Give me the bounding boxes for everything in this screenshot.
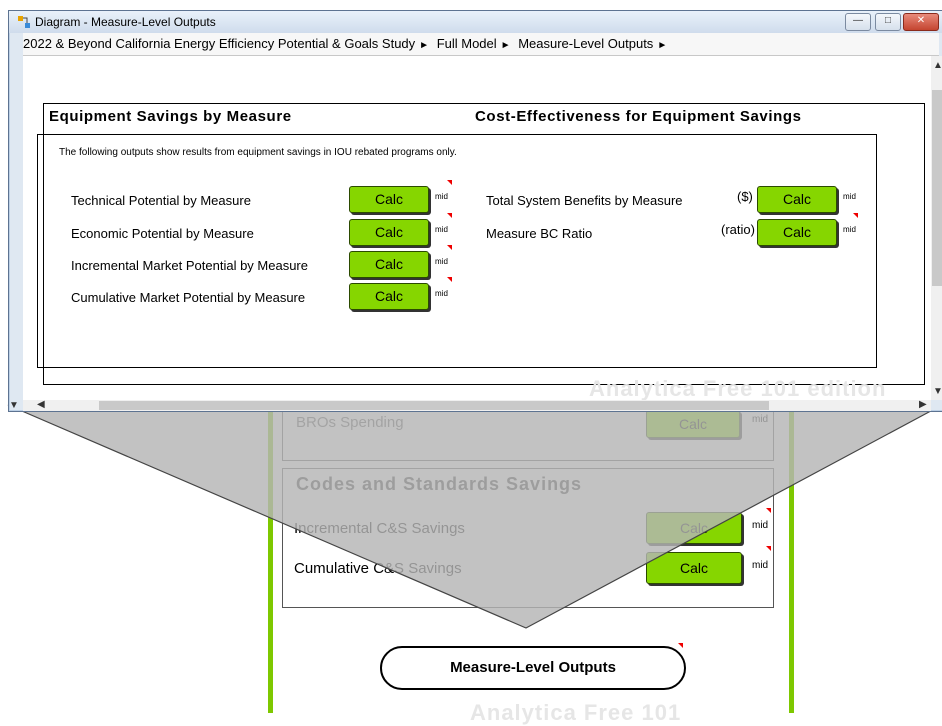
breadcrumb-arrow-icon: ► <box>657 40 668 51</box>
bubble-red-marker <box>678 643 683 648</box>
incremental-cs-calc-button[interactable]: Calc <box>646 512 742 544</box>
economic-potential-label: Economic Potential by Measure <box>71 226 254 241</box>
scroll-right-icon[interactable]: ▶ <box>919 399 927 410</box>
bros-spending-label: BROs Spending <box>296 414 404 431</box>
breadcrumb-arrow-icon: ► <box>500 40 511 51</box>
total-system-benefits-label: Total System Benefits by Measure <box>486 193 683 208</box>
measure-level-outputs-node[interactable]: Measure-Level Outputs <box>380 646 686 690</box>
measure-bc-ratio-calc-button[interactable]: Calc <box>757 219 837 246</box>
cumulative-market-potential-calc-button[interactable]: Calc <box>349 283 429 310</box>
diagram-app-icon <box>18 16 30 28</box>
diagram-canvas: Equipment Savings by Measure Cost-Effect… <box>23 56 931 400</box>
outputs-note: The following outputs show results from … <box>59 147 457 158</box>
incremental-cs-savings-label: Incremental C&S Savings <box>294 520 465 537</box>
outputs-inner-frame <box>37 134 877 368</box>
incremental-market-potential-mid-tag: mid <box>435 257 448 266</box>
equipment-savings-header: Equipment Savings by Measure <box>49 108 292 125</box>
cumulative-market-potential-red-marker <box>447 277 452 282</box>
incremental-cs-red-marker <box>766 508 771 513</box>
left-edge-fragment <box>0 60 8 400</box>
measure-bc-ratio-red-marker <box>853 213 858 218</box>
scroll-left-icon[interactable]: ◀ <box>37 399 45 410</box>
cumulative-market-potential-label: Cumulative Market Potential by Measure <box>71 290 306 305</box>
cumulative-cs-calc-button[interactable]: Calc <box>646 552 742 584</box>
economic-potential-red-marker <box>447 213 452 218</box>
background-watermark: Analytica Free 101 <box>470 700 682 725</box>
technical-potential-calc-button[interactable]: Calc <box>349 186 429 213</box>
minimize-button[interactable]: — <box>845 13 871 31</box>
horizontal-scrollbar[interactable]: ◀ ▶ <box>23 399 931 411</box>
incremental-market-potential-red-marker <box>447 245 452 250</box>
cumulative-market-potential-mid-tag: mid <box>435 289 448 298</box>
popup-watermark: Analytica Free 101 edition <box>589 376 887 400</box>
dropdown-chevron-icon[interactable]: ▼ <box>9 400 19 411</box>
window-titlebar[interactable]: Diagram - Measure-Level Outputs — □ ✕ <box>9 11 942 33</box>
codes-standards-title: Codes and Standards Savings <box>296 474 583 494</box>
measure-bc-ratio-mid-tag: mid <box>843 225 856 234</box>
breadcrumb-arrow-icon: ► <box>419 40 430 51</box>
horizontal-scroll-thumb[interactable] <box>99 401 769 410</box>
vertical-scrollbar[interactable]: ▲ ▼ <box>931 56 942 400</box>
technical-potential-red-marker <box>447 180 452 185</box>
breadcrumb-item-study[interactable]: 2022 & Beyond California Energy Efficien… <box>23 36 415 51</box>
technical-potential-mid-tag: mid <box>435 192 448 201</box>
breadcrumb-item-measure-level[interactable]: Measure-Level Outputs <box>518 36 653 51</box>
scroll-down-icon[interactable]: ▼ <box>933 386 942 397</box>
window-title: Diagram - Measure-Level Outputs <box>35 15 216 29</box>
economic-potential-mid-tag: mid <box>435 225 448 234</box>
cumulative-cs-savings-label: Cumulative C&S Savings <box>294 560 462 577</box>
incremental-market-potential-label: Incremental Market Potential by Measure <box>71 258 308 273</box>
measure-bc-ratio-unit: (ratio) <box>721 222 755 237</box>
breadcrumb-item-full-model[interactable]: Full Model <box>437 36 497 51</box>
maximize-button[interactable]: □ <box>875 13 901 31</box>
total-system-benefits-calc-button[interactable]: Calc <box>757 186 837 213</box>
measure-bc-ratio-label: Measure BC Ratio <box>486 226 593 241</box>
breadcrumb: 2022 & Beyond California Energy Efficien… <box>23 33 939 56</box>
cost-effectiveness-header: Cost-Effectiveness for Equipment Savings <box>475 108 802 125</box>
diagram-window: Diagram - Measure-Level Outputs — □ ✕ 20… <box>8 10 942 412</box>
cumulative-cs-red-marker <box>766 546 771 551</box>
incremental-cs-mid-tag: mid <box>752 520 769 531</box>
bros-spending-calc-button[interactable]: Calc <box>646 410 740 438</box>
vertical-scroll-thumb[interactable] <box>932 90 942 286</box>
total-system-benefits-unit: ($) <box>737 189 753 204</box>
economic-potential-calc-button[interactable]: Calc <box>349 219 429 246</box>
incremental-market-potential-calc-button[interactable]: Calc <box>349 251 429 278</box>
total-system-benefits-mid-tag: mid <box>843 192 856 201</box>
close-button[interactable]: ✕ <box>903 13 939 31</box>
cumulative-cs-mid-tag: mid <box>752 560 769 571</box>
bros-spending-mid-tag: mid <box>752 414 769 425</box>
scroll-up-icon[interactable]: ▲ <box>933 60 942 71</box>
technical-potential-label: Technical Potential by Measure <box>71 193 251 208</box>
